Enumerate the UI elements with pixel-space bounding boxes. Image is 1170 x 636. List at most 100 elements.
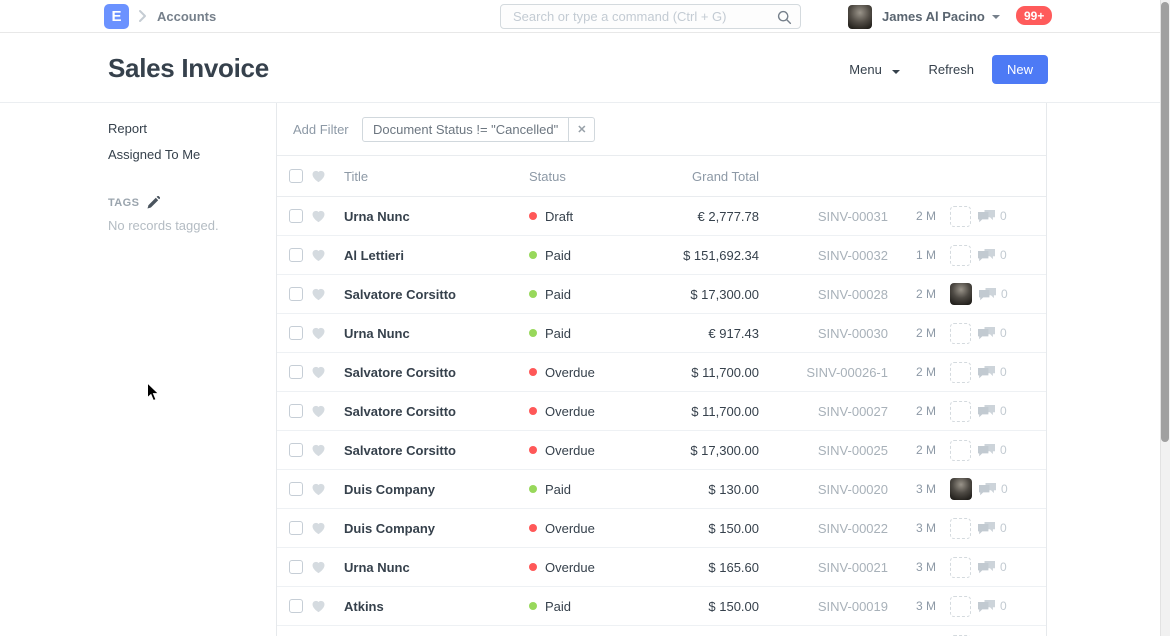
assignee-avatar [950, 323, 971, 344]
column-header-grand-total: Grand Total [669, 169, 759, 184]
row-grand-total: $ 165.60 [669, 560, 759, 575]
row-grand-total: € 917.43 [669, 326, 759, 341]
row-status: Paid [529, 599, 669, 614]
row-status: Overdue [529, 404, 669, 419]
table-row-partial[interactable] [277, 626, 1046, 636]
sidebar-item-report[interactable]: Report [108, 121, 268, 136]
row-invoice-id: SINV-00021 [759, 560, 888, 575]
tags-section-header: TAGS [108, 196, 268, 209]
row-title: Urna Nunc [344, 560, 529, 575]
heart-icon[interactable] [311, 599, 327, 613]
assignee-avatar [950, 440, 971, 461]
heart-icon[interactable] [311, 248, 327, 262]
comment-count: 0 [1000, 404, 1007, 418]
filter-chip[interactable]: Document Status != "Cancelled" ✕ [362, 117, 595, 142]
row-title: Duis Company [344, 521, 529, 536]
status-dot-icon [529, 212, 537, 220]
filter-chip-close-icon[interactable]: ✕ [568, 118, 594, 141]
row-modified-ago: 2 M [916, 326, 946, 340]
comment-count: 0 [1000, 209, 1007, 223]
assignee-avatar [950, 596, 971, 617]
new-button[interactable]: New [992, 55, 1048, 84]
table-row[interactable]: Salvatore Corsitto Overdue $ 11,700.00 S… [277, 353, 1046, 392]
heart-icon[interactable] [311, 482, 327, 496]
breadcrumb-accounts[interactable]: Accounts [157, 9, 216, 24]
row-checkbox[interactable] [289, 482, 303, 496]
heart-icon[interactable] [311, 169, 327, 183]
heart-icon[interactable] [311, 560, 327, 574]
column-header-status: Status [529, 169, 669, 184]
status-label: Overdue [545, 560, 595, 575]
refresh-button[interactable]: Refresh [926, 56, 976, 83]
row-title: Al Lettieri [344, 248, 529, 263]
table-row[interactable]: Duis Company Paid $ 130.00 SINV-00020 3 … [277, 470, 1046, 509]
row-checkbox[interactable] [289, 326, 303, 340]
row-checkbox[interactable] [289, 599, 303, 613]
comment-icon [978, 561, 996, 574]
vertical-scrollbar-thumb[interactable] [1161, 2, 1169, 442]
status-label: Paid [545, 287, 571, 302]
table-row[interactable]: Al Lettieri Paid $ 151,692.34 SINV-00032… [277, 236, 1046, 275]
comment-icon [978, 444, 996, 457]
table-row[interactable]: Salvatore Corsitto Paid $ 17,300.00 SINV… [277, 275, 1046, 314]
row-modified-ago: 3 M [916, 482, 946, 496]
edit-tags-pencil-icon[interactable] [147, 196, 160, 209]
comment-icon [978, 522, 996, 535]
add-filter-button[interactable]: Add Filter [293, 122, 349, 137]
select-all-checkbox[interactable] [289, 169, 303, 183]
row-checkbox[interactable] [289, 443, 303, 457]
tags-heading: TAGS [108, 197, 139, 209]
table-row[interactable]: Salvatore Corsitto Overdue $ 17,300.00 S… [277, 431, 1046, 470]
row-checkbox[interactable] [289, 521, 303, 535]
heart-icon[interactable] [311, 404, 327, 418]
list-sidebar: Report Assigned To Me TAGS No records ta… [108, 103, 268, 233]
comment-icon [978, 366, 996, 379]
comment-icon [978, 210, 996, 223]
filter-chip-label: Document Status != "Cancelled" [363, 122, 568, 137]
table-row[interactable]: Atkins Paid $ 150.00 SINV-00019 3 M 0 [277, 587, 1046, 626]
row-checkbox[interactable] [289, 404, 303, 418]
row-title: Atkins [344, 599, 529, 614]
mouse-cursor [146, 382, 160, 405]
table-row[interactable]: Urna Nunc Overdue $ 165.60 SINV-00021 3 … [277, 548, 1046, 587]
status-label: Overdue [545, 365, 595, 380]
row-grand-total: $ 17,300.00 [669, 287, 759, 302]
row-status: Overdue [529, 521, 669, 536]
notifications-badge[interactable]: 99+ [1016, 6, 1052, 25]
assignee-avatar [950, 206, 971, 227]
row-checkbox[interactable] [289, 248, 303, 262]
user-menu[interactable]: James Al Pacino [848, 4, 1000, 29]
vertical-scrollbar-track[interactable] [1160, 0, 1170, 636]
table-row[interactable]: Urna Nunc Paid € 917.43 SINV-00030 2 M 0 [277, 314, 1046, 353]
row-checkbox[interactable] [289, 209, 303, 223]
table-row[interactable]: Urna Nunc Draft € 2,777.78 SINV-00031 2 … [277, 197, 1046, 236]
search-input[interactable] [511, 6, 769, 27]
comment-icon [979, 483, 997, 496]
sidebar-item-assigned-to-me[interactable]: Assigned To Me [108, 147, 268, 162]
table-row[interactable]: Salvatore Corsitto Overdue $ 11,700.00 S… [277, 392, 1046, 431]
heart-icon[interactable] [311, 443, 327, 457]
app-logo[interactable]: E [104, 4, 129, 29]
status-label: Overdue [545, 521, 595, 536]
status-dot-icon [529, 563, 537, 571]
page-actions: Menu Refresh New [847, 55, 1048, 84]
row-checkbox[interactable] [289, 365, 303, 379]
assignee-avatar [950, 557, 971, 578]
heart-icon[interactable] [311, 326, 327, 340]
menu-button[interactable]: Menu [847, 56, 902, 83]
heart-icon[interactable] [311, 365, 327, 379]
row-modified-ago: 1 M [916, 248, 946, 262]
heart-icon[interactable] [311, 287, 327, 301]
heart-icon[interactable] [311, 209, 327, 223]
row-title: Urna Nunc [344, 326, 529, 341]
status-dot-icon [529, 407, 537, 415]
status-label: Paid [545, 326, 571, 341]
row-grand-total: $ 11,700.00 [669, 404, 759, 419]
row-checkbox[interactable] [289, 287, 303, 301]
heart-icon[interactable] [311, 521, 327, 535]
table-row[interactable]: Duis Company Overdue $ 150.00 SINV-00022… [277, 509, 1046, 548]
row-checkbox[interactable] [289, 560, 303, 574]
row-invoice-id: SINV-00019 [759, 599, 888, 614]
status-label: Paid [545, 599, 571, 614]
assignee-avatar [950, 478, 972, 500]
